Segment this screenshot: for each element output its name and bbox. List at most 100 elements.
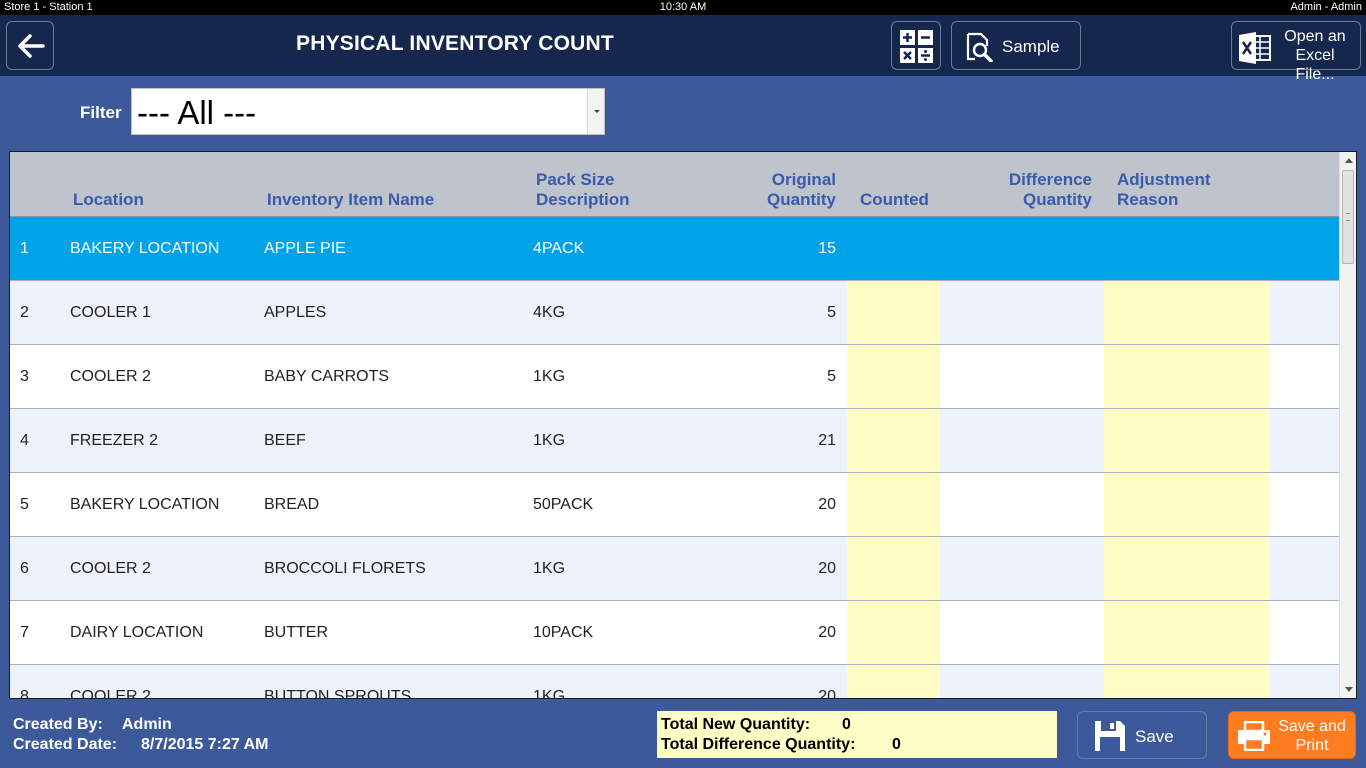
counted-input[interactable] (847, 345, 940, 408)
sample-button[interactable]: Sample (951, 21, 1081, 70)
user-label: Admin - Admin (1290, 1, 1362, 13)
cell-original-quantity: 20 (818, 496, 836, 513)
cell-location: FREEZER 2 (70, 432, 159, 449)
adjustment-reason-input[interactable] (1104, 665, 1270, 698)
save-button[interactable]: Save (1077, 711, 1207, 759)
scroll-thumb[interactable] (1342, 170, 1354, 264)
counted-input[interactable] (847, 473, 940, 536)
cell-location: COOLER 2 (70, 560, 151, 577)
row-number: 6 (20, 560, 29, 577)
sample-label: Sample (1002, 37, 1060, 56)
clock: 10:30 AM (659, 1, 707, 13)
open-excel-label: Open an Excel File... (1284, 28, 1346, 83)
cell-location: DAIRY LOCATION (70, 624, 204, 641)
cell-original-quantity: 21 (818, 432, 836, 449)
os-status-bar: Store 1 - Station 1 10:30 AM Admin - Adm… (0, 0, 1366, 15)
filter-dropdown[interactable]: --- All --- (131, 88, 605, 135)
calculator-icon (900, 30, 933, 63)
row-number: 8 (20, 688, 29, 698)
scroll-up-icon[interactable] (1345, 158, 1353, 163)
adjustment-reason-input[interactable] (1104, 409, 1270, 472)
cell-item-name: BUTTER (264, 624, 328, 641)
cell-item-name: APPLES (264, 304, 327, 321)
column-header-difference-quantity[interactable]: Difference Quantity (992, 170, 1092, 210)
cell-original-quantity: 20 (818, 624, 836, 641)
floppy-disk-icon (1095, 721, 1125, 751)
cell-item-name: BUTTON SPROUTS (264, 688, 412, 698)
adjustment-reason-input[interactable] (1104, 281, 1270, 344)
printer-icon (1238, 721, 1270, 751)
cell-pack-size: 10PACK (533, 624, 594, 641)
header-bar: PHYSICAL INVENTORY COUNT Sample Open an … (0, 15, 1366, 83)
total-difference-quantity-value: 0 (892, 736, 901, 753)
filter-label: Filter (80, 103, 122, 122)
adjustment-reason-input[interactable] (1104, 473, 1270, 536)
column-header-adjustment-reason[interactable]: Adjustment Reason (1117, 170, 1211, 210)
chevron-down-icon[interactable] (587, 89, 604, 134)
back-button[interactable] (6, 21, 54, 70)
counted-input[interactable] (847, 281, 940, 344)
table-row[interactable]: 4 FREEZER 2 BEEF 1KG 21 (10, 409, 1339, 473)
cell-pack-size: 1KG (533, 432, 566, 449)
inventory-grid: Location Inventory Item Name Pack Size D… (9, 151, 1357, 699)
column-header-pack-size[interactable]: Pack Size Description (536, 170, 630, 210)
cell-item-name: BABY CARROTS (264, 368, 390, 385)
table-row[interactable]: 8 COOLER 2 BUTTON SPROUTS 1KG 20 (10, 665, 1339, 698)
cell-original-quantity: 20 (818, 688, 836, 698)
total-new-quantity-value: 0 (842, 716, 851, 733)
cell-location: BAKERY LOCATION (70, 496, 220, 513)
table-row[interactable]: 6 COOLER 2 BROCCOLI FLORETS 1KG 20 (10, 537, 1339, 601)
counted-input[interactable] (847, 601, 940, 664)
row-number: 3 (20, 368, 29, 385)
row-number: 1 (20, 240, 29, 257)
created-date-label: Created Date: (13, 736, 118, 753)
adjustment-reason-input[interactable] (1104, 601, 1270, 664)
cell-item-name: BROCCOLI FLORETS (264, 560, 426, 577)
table-row[interactable]: 1 BAKERY LOCATION APPLE PIE 4PACK 15 (10, 217, 1339, 281)
table-row[interactable]: 3 COOLER 2 BABY CARROTS 1KG 5 (10, 345, 1339, 409)
cell-pack-size: 1KG (533, 688, 566, 698)
cell-item-name: BREAD (264, 496, 320, 513)
created-by-value: Admin (122, 716, 172, 733)
totals-panel: Total New Quantity: 0 Total Difference Q… (657, 711, 1057, 758)
cell-item-name: APPLE PIE (264, 240, 346, 257)
save-and-print-button[interactable]: Save and Print (1228, 711, 1356, 759)
adjustment-reason-input[interactable] (1104, 537, 1270, 600)
row-number: 7 (20, 624, 29, 641)
total-difference-quantity-label: Total Difference Quantity: (661, 736, 856, 753)
table-row[interactable]: 2 COOLER 1 APPLES 4KG 5 (10, 281, 1339, 345)
table-row[interactable]: 7 DAIRY LOCATION BUTTER 10PACK 20 (10, 601, 1339, 665)
row-number: 4 (20, 432, 29, 449)
column-header-counted[interactable]: Counted (860, 190, 929, 210)
adjustment-reason-input[interactable] (1104, 345, 1270, 408)
cell-pack-size: 1KG (533, 368, 566, 385)
column-header-item-name[interactable]: Inventory Item Name (267, 190, 434, 210)
cell-original-quantity: 20 (818, 560, 836, 577)
back-arrow-icon (18, 34, 45, 58)
table-row[interactable]: 5 BAKERY LOCATION BREAD 50PACK 20 (10, 473, 1339, 537)
cell-item-name: BEEF (264, 432, 306, 449)
created-by: Created By: Admin (13, 716, 172, 734)
counted-input[interactable] (847, 537, 940, 600)
counted-input[interactable] (847, 665, 940, 698)
cell-pack-size: 4KG (533, 304, 566, 321)
save-label: Save (1135, 727, 1174, 746)
cell-location: COOLER 2 (70, 368, 151, 385)
vertical-scrollbar[interactable] (1339, 152, 1356, 698)
cell-original-quantity: 5 (827, 368, 836, 385)
cell-pack-size: 4PACK (533, 240, 585, 257)
scroll-down-icon[interactable] (1345, 687, 1353, 692)
column-header-original-quantity[interactable]: Original Quantity (736, 170, 836, 210)
save-and-print-label: Save and Print (1278, 718, 1346, 754)
column-header-location[interactable]: Location (73, 190, 144, 210)
magnifier-document-icon (966, 32, 993, 62)
cell-original-quantity: 5 (827, 304, 836, 321)
created-date-value: 8/7/2015 7:27 AM (141, 736, 269, 753)
open-excel-button[interactable]: Open an Excel File... (1231, 21, 1361, 83)
calculator-button[interactable] (891, 21, 941, 70)
row-number: 2 (20, 304, 29, 321)
total-new-quantity-label: Total New Quantity: (661, 716, 811, 733)
page-title: PHYSICAL INVENTORY COUNT (296, 32, 614, 55)
counted-input[interactable] (847, 409, 940, 472)
created-date: Created Date: 8/7/2015 7:27 AM (13, 736, 268, 754)
